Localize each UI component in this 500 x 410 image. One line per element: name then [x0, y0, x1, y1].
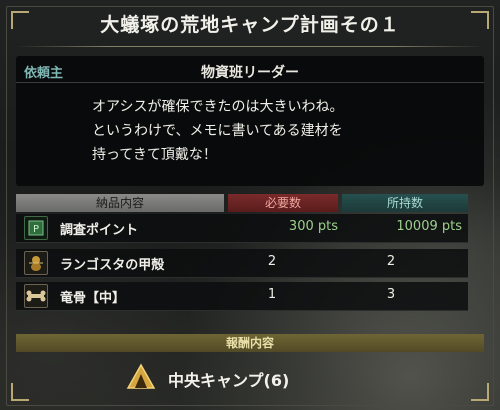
owned-count: 3 [386, 287, 396, 302]
message-line: オアシスが確保できたのは大きいわね。 [92, 99, 344, 115]
reward-header: 報酬内容 [16, 334, 484, 352]
item-name: 調査ポイント [60, 223, 139, 238]
reward-label: 中央キャンプ(6) [168, 371, 290, 390]
camp-tent-icon [126, 362, 156, 392]
monster-bone-icon [24, 284, 48, 308]
required-count: 300 pts [288, 219, 338, 234]
table-row[interactable]: P 調査ポイント 300 pts 10009 pts [16, 214, 468, 243]
svg-text:P: P [33, 224, 39, 235]
client-name: 物資班リーダー [201, 65, 299, 81]
title-divider [16, 46, 484, 47]
owned-column-header: 所持数 [342, 194, 468, 212]
owned-count: 10009 pts [396, 219, 462, 234]
item-name: ランゴスタの甲殻 [60, 258, 165, 273]
vespoid-shell-icon [24, 251, 48, 275]
owned-count: 2 [386, 254, 396, 269]
table-row[interactable]: 竜骨【中】 1 3 [16, 282, 468, 311]
research-points-icon: P [24, 216, 48, 240]
client-message: オアシスが確保できたのは大きいわね。 というわけで、メモに書いてある建材を 持っ… [92, 95, 472, 167]
message-line: 持ってきて頂戴な！ [92, 147, 217, 163]
required-count: 2 [267, 254, 277, 269]
frame-corner [471, 383, 489, 401]
message-line: というわけで、メモに書いてある建材を [92, 123, 343, 139]
quest-title: 大蟻塚の荒地キャンプ計画その１ [100, 14, 400, 36]
table-row[interactable]: ランゴスタの甲殻 2 2 [16, 249, 468, 278]
item-name: 竜骨【中】 [60, 291, 126, 306]
required-column-header: 必要数 [228, 194, 338, 212]
required-count: 1 [267, 287, 277, 302]
panel-divider [16, 82, 484, 83]
items-column-header: 納品内容 [16, 194, 224, 212]
frame-corner [11, 383, 29, 401]
